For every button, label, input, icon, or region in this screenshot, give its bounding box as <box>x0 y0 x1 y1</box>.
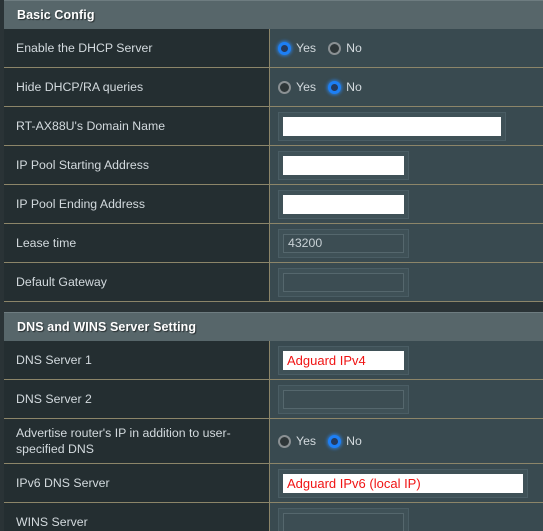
input-value: Adguard IPv4 <box>287 352 366 368</box>
radio-enable-dhcp-server-yes[interactable]: Yes <box>278 41 316 55</box>
section-separator <box>0 302 543 312</box>
input-default-gateway[interactable] <box>283 272 404 292</box>
radio-dot-icon <box>278 434 291 448</box>
input-dns-server-1[interactable]: Adguard IPv4 <box>283 350 404 370</box>
row-label-cell-default-gateway: Default Gateway <box>4 263 270 301</box>
table-row: IPv6 DNS Server Adguard IPv6 (local IP) <box>4 464 543 503</box>
row-label-cell-hide-dhcp-ra-queries: Hide DHCP/RA queries <box>4 68 270 106</box>
input-wrapper-ip-pool-ending-address <box>278 189 409 219</box>
input-wrapper-ipv6-dns-server: Adguard IPv6 (local IP) <box>278 468 528 498</box>
input-domain-name[interactable] <box>283 116 501 136</box>
row-label-cell-lease-time: Lease time <box>4 224 270 262</box>
table-row: IP Pool Ending Address <box>4 185 543 224</box>
table-row: RT-AX88U's Domain Name <box>4 107 543 146</box>
row-label: Default Gateway <box>16 275 107 289</box>
row-label-cell-ipv6-dns-server: IPv6 DNS Server <box>4 464 270 502</box>
input-value: 43200 <box>288 236 323 250</box>
row-label: IPv6 DNS Server <box>16 476 110 490</box>
radio-option-label: Yes <box>296 80 317 94</box>
input-wrapper-domain-name <box>278 111 506 141</box>
input-value: Adguard IPv6 (local IP) <box>287 475 421 491</box>
row-label-cell-wins-server: WINS Server <box>4 503 270 531</box>
table-row: DNS Server 1 Adguard IPv4 <box>4 341 543 380</box>
radio-option-label: No <box>346 41 362 55</box>
row-label: DNS Server 1 <box>16 353 92 367</box>
radio-group-enable-dhcp-server: Yes No <box>278 41 362 55</box>
row-value-cell-ip-pool-starting-address <box>270 146 543 184</box>
radio-option-label: Yes <box>296 41 317 55</box>
radio-advertise-router-ip-no[interactable]: No <box>328 434 362 448</box>
row-value-cell-advertise-router-ip: Yes No <box>270 419 543 463</box>
input-wrapper-wins-server <box>278 507 409 531</box>
radio-dot-icon <box>328 80 342 94</box>
row-label: Lease time <box>16 236 77 250</box>
row-label-cell-ip-pool-ending-address: IP Pool Ending Address <box>4 185 270 223</box>
section-header-basic-config: Basic Config <box>4 0 543 29</box>
row-label-cell-dns-server-1: DNS Server 1 <box>4 341 270 379</box>
section-header-dns-wins-config: DNS and WINS Server Setting <box>4 312 543 341</box>
radio-hide-dhcp-ra-queries-no[interactable]: No <box>328 80 362 94</box>
row-value-cell-enable-dhcp-server: Yes No <box>270 29 543 67</box>
dhcp-settings-panel: Basic Config Enable the DHCP Server Yes No H… <box>0 0 543 531</box>
row-value-cell-dns-server-2 <box>270 380 543 418</box>
input-wins-server[interactable] <box>283 512 404 531</box>
input-wrapper-lease-time: 43200 <box>278 228 409 258</box>
radio-option-label: Yes <box>296 434 317 448</box>
table-row: Lease time 43200 <box>4 224 543 263</box>
row-label: WINS Server <box>16 515 88 529</box>
table-row: Enable the DHCP Server Yes No <box>4 29 543 68</box>
row-value-cell-default-gateway <box>270 263 543 301</box>
row-label: Hide DHCP/RA queries <box>16 80 144 94</box>
table-row: IP Pool Starting Address <box>4 146 543 185</box>
row-value-cell-ip-pool-ending-address <box>270 185 543 223</box>
row-label-cell-dns-server-2: DNS Server 2 <box>4 380 270 418</box>
table-row: DNS Server 2 <box>4 380 543 419</box>
row-value-cell-wins-server <box>270 503 543 531</box>
radio-advertise-router-ip-yes[interactable]: Yes <box>278 434 316 448</box>
radio-dot-icon <box>278 41 291 55</box>
row-value-cell-dns-server-1: Adguard IPv4 <box>270 341 543 379</box>
row-label-cell-advertise-router-ip: Advertise router's IP in addition to use… <box>4 419 270 463</box>
radio-hide-dhcp-ra-queries-yes[interactable]: Yes <box>278 80 316 94</box>
radio-enable-dhcp-server-no[interactable]: No <box>328 41 362 55</box>
table-row: Hide DHCP/RA queries Yes No <box>4 68 543 107</box>
radio-group-advertise-router-ip: Yes No <box>278 434 362 448</box>
input-ip-pool-ending-address[interactable] <box>283 194 404 214</box>
row-label-cell-domain-name: RT-AX88U's Domain Name <box>4 107 270 145</box>
section-title: Basic Config <box>17 8 95 22</box>
row-label: IP Pool Starting Address <box>16 158 150 172</box>
row-label: Enable the DHCP Server <box>16 41 153 55</box>
input-lease-time[interactable]: 43200 <box>283 233 404 253</box>
row-value-cell-ipv6-dns-server: Adguard IPv6 (local IP) <box>270 464 543 502</box>
radio-option-label: No <box>346 80 362 94</box>
row-label: Advertise router's IP in addition to use… <box>16 426 231 456</box>
input-wrapper-dns-server-2 <box>278 384 409 414</box>
radio-dot-icon <box>278 80 291 94</box>
radio-dot-icon <box>328 434 342 448</box>
row-label-cell-ip-pool-starting-address: IP Pool Starting Address <box>4 146 270 184</box>
table-row: Default Gateway <box>4 263 543 302</box>
input-wrapper-dns-server-1: Adguard IPv4 <box>278 345 409 375</box>
row-value-cell-hide-dhcp-ra-queries: Yes No <box>270 68 543 106</box>
table-row: Advertise router's IP in addition to use… <box>4 419 543 464</box>
radio-dot-icon <box>328 41 342 55</box>
input-wrapper-ip-pool-starting-address <box>278 150 409 180</box>
row-label-cell-enable-dhcp-server: Enable the DHCP Server <box>4 29 270 67</box>
section-title: DNS and WINS Server Setting <box>17 320 197 334</box>
radio-option-label: No <box>346 434 362 448</box>
row-label: RT-AX88U's Domain Name <box>16 119 166 133</box>
input-ipv6-dns-server[interactable]: Adguard IPv6 (local IP) <box>283 473 523 493</box>
input-ip-pool-starting-address[interactable] <box>283 155 404 175</box>
row-label: DNS Server 2 <box>16 392 92 406</box>
row-value-cell-domain-name <box>270 107 543 145</box>
row-value-cell-lease-time: 43200 <box>270 224 543 262</box>
input-dns-server-2[interactable] <box>283 389 404 409</box>
row-label: IP Pool Ending Address <box>16 197 145 211</box>
radio-group-hide-dhcp-ra-queries: Yes No <box>278 80 362 94</box>
table-row: WINS Server <box>4 503 543 531</box>
input-wrapper-default-gateway <box>278 267 409 297</box>
